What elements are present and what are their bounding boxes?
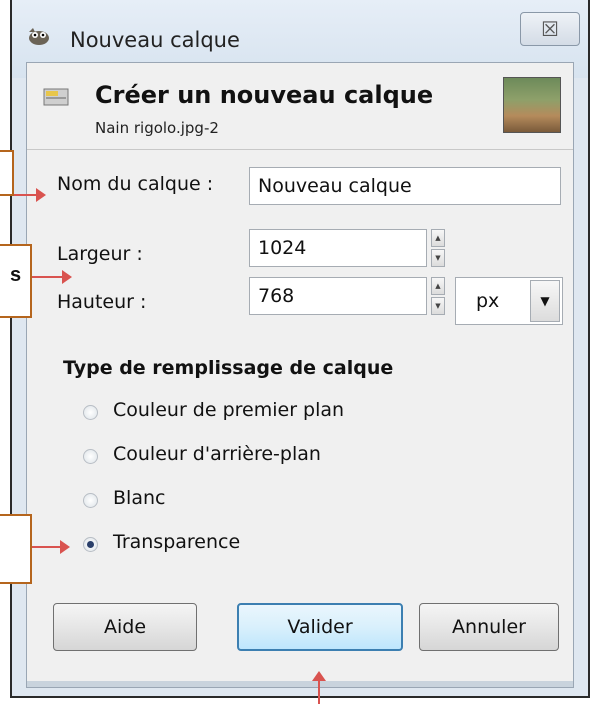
cancel-button[interactable]: Annuler bbox=[419, 603, 559, 651]
layer-name-input[interactable]: Nouveau calque bbox=[249, 167, 561, 205]
width-label: Largeur : bbox=[57, 243, 143, 265]
height-input[interactable]: 768 bbox=[249, 277, 427, 315]
radio-button[interactable] bbox=[83, 405, 98, 420]
chevron-down-icon[interactable]: ▼ bbox=[530, 280, 560, 322]
radio-button-selected[interactable] bbox=[83, 537, 98, 552]
window-title: Nouveau calque bbox=[70, 28, 240, 52]
radio-label: Transparence bbox=[113, 531, 241, 553]
header-divider bbox=[27, 149, 573, 150]
dialog-heading: Créer un nouveau calque bbox=[95, 81, 434, 109]
annotation-callout-text: s bbox=[10, 264, 22, 286]
width-input[interactable]: 1024 bbox=[249, 229, 427, 267]
annotation-callout-fill bbox=[0, 514, 32, 584]
annotation-arrow-name bbox=[14, 188, 46, 202]
width-spinner[interactable]: ▲ ▼ bbox=[431, 229, 445, 267]
radio-button[interactable] bbox=[83, 449, 98, 464]
radio-button[interactable] bbox=[83, 493, 98, 508]
annotation-arrow-ok bbox=[312, 671, 326, 704]
close-button[interactable]: ☒ bbox=[520, 12, 580, 46]
annotation-arrow-fill bbox=[32, 540, 70, 554]
dialog-body: Créer un nouveau calque Nain rigolo.jpg-… bbox=[26, 62, 574, 688]
annotation-arrow-size bbox=[32, 270, 72, 284]
unit-dropdown[interactable]: px ▼ bbox=[455, 277, 563, 325]
image-thumbnail bbox=[503, 77, 561, 133]
radio-label: Couleur d'arrière-plan bbox=[113, 443, 321, 465]
spin-up-icon[interactable]: ▲ bbox=[431, 229, 445, 247]
gimp-icon bbox=[29, 28, 49, 45]
ok-button[interactable]: Valider bbox=[237, 603, 403, 651]
annotation-callout-name bbox=[0, 150, 14, 196]
dialog-header: Créer un nouveau calque Nain rigolo.jpg-… bbox=[27, 63, 573, 149]
spin-up-icon[interactable]: ▲ bbox=[431, 277, 445, 295]
layer-name-label: Nom du calque : bbox=[57, 173, 214, 195]
unit-value: px bbox=[476, 290, 500, 312]
close-icon: ☒ bbox=[541, 17, 559, 41]
height-spinner[interactable]: ▲ ▼ bbox=[431, 277, 445, 315]
new-layer-icon bbox=[43, 88, 69, 106]
help-button[interactable]: Aide bbox=[53, 603, 197, 651]
annotation-callout-size: s bbox=[0, 244, 32, 318]
body-bottom-edge bbox=[27, 681, 573, 687]
spin-down-icon[interactable]: ▼ bbox=[431, 297, 445, 315]
radio-label: Blanc bbox=[113, 487, 166, 509]
spin-down-icon[interactable]: ▼ bbox=[431, 249, 445, 267]
new-layer-dialog: Nouveau calque ☒ Créer un nouveau calque… bbox=[10, 0, 590, 698]
height-label: Hauteur : bbox=[57, 291, 147, 313]
radio-label: Couleur de premier plan bbox=[113, 399, 345, 421]
fill-type-heading: Type de remplissage de calque bbox=[63, 357, 394, 379]
image-name: Nain rigolo.jpg-2 bbox=[95, 119, 219, 137]
